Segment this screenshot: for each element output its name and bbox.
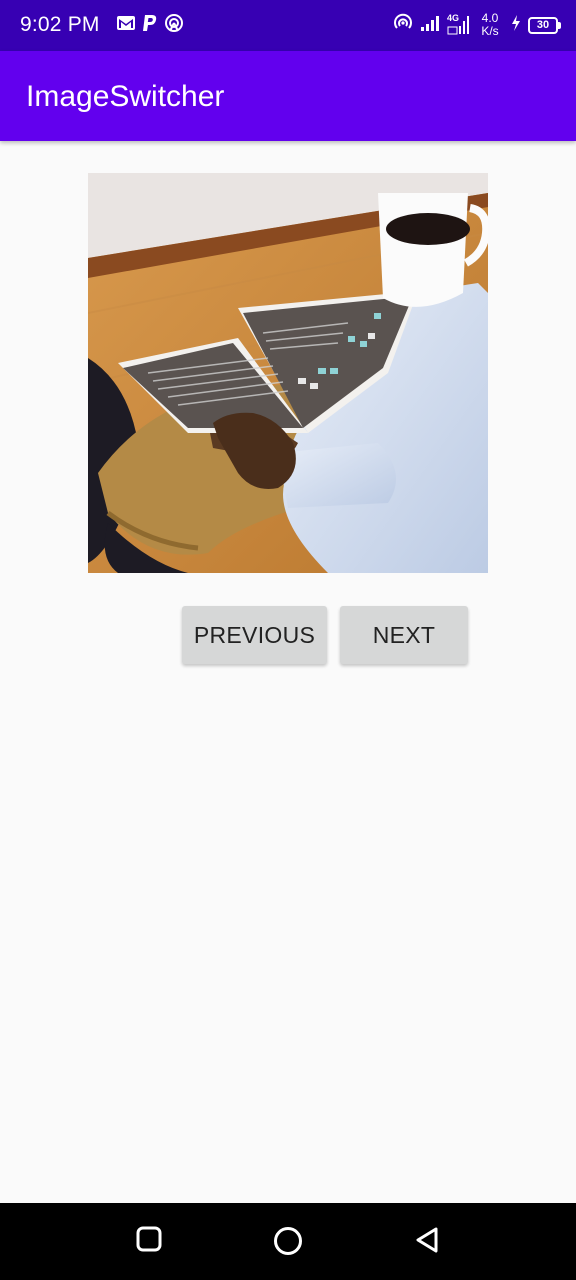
hotspot-icon [164, 13, 184, 38]
charging-icon [511, 14, 521, 36]
recents-icon[interactable] [136, 1226, 162, 1257]
notification-icons [116, 13, 184, 38]
gmail-icon [116, 15, 136, 36]
status-right-icons: 4G 4.0 K/s 30 [393, 10, 561, 40]
status-bar: 9:02 PM 4G 4.0 K/s 30 [0, 0, 576, 51]
hotspot-icon [393, 13, 413, 38]
app-bar: ImageSwitcher [0, 51, 576, 141]
home-icon[interactable] [273, 1226, 303, 1261]
signal-icon [420, 14, 440, 37]
paypal-icon [142, 13, 158, 38]
switcher-image [88, 173, 488, 573]
previous-button[interactable]: PREVIOUS [182, 606, 327, 664]
network-speed-unit: K/s [481, 24, 499, 38]
next-button[interactable]: NEXT [340, 606, 468, 664]
app-title: ImageSwitcher [26, 80, 225, 113]
battery-icon: 30 [528, 16, 561, 34]
image-switcher[interactable] [88, 173, 488, 573]
navigation-bar [0, 1203, 576, 1280]
back-icon[interactable] [414, 1226, 440, 1259]
4g-signal-icon: 4G [447, 13, 469, 35]
network-speed: 4.0 K/s [476, 12, 504, 38]
status-time: 9:02 PM [20, 13, 100, 36]
